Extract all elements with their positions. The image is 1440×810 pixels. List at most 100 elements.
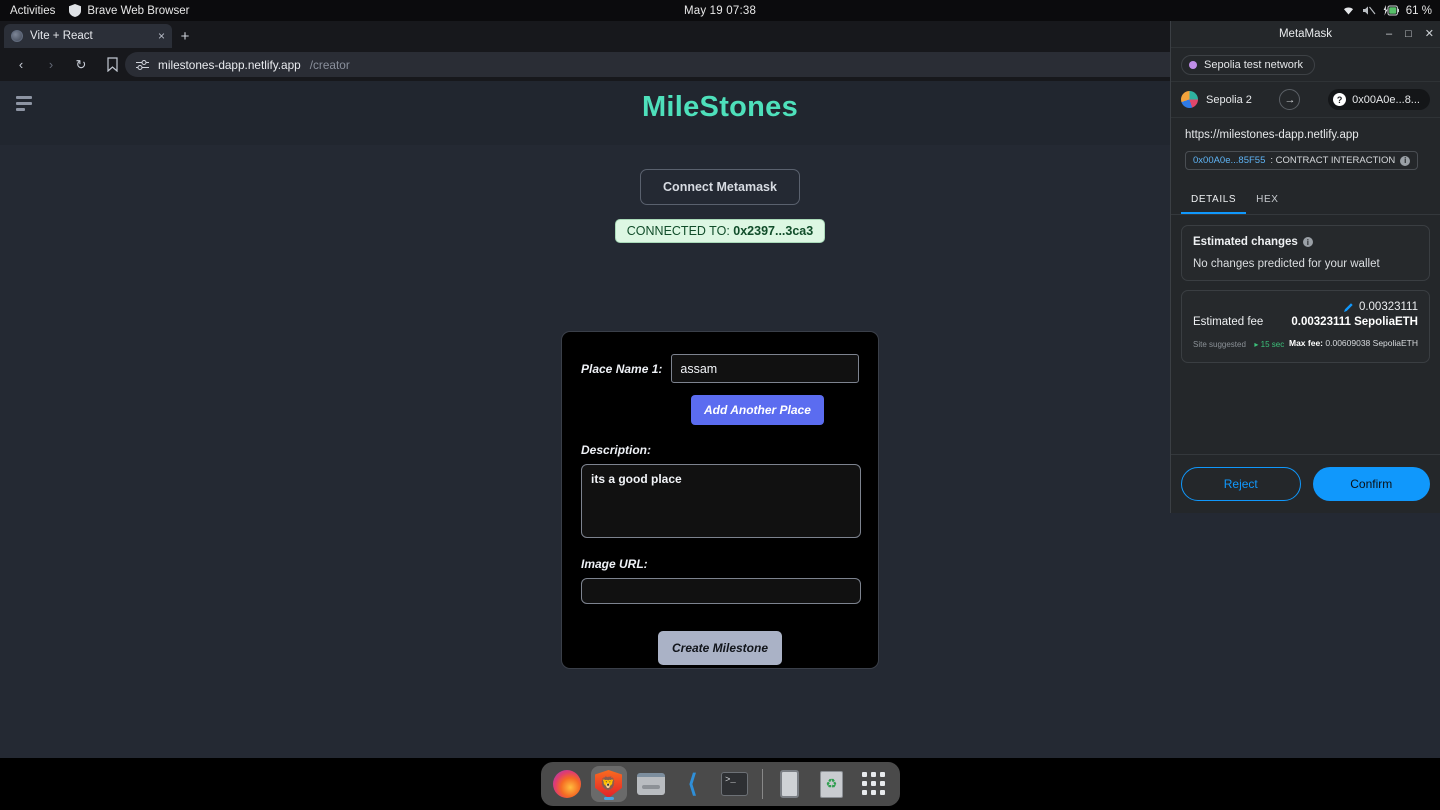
account-name: Sepolia 2: [1206, 93, 1252, 106]
fee-main-row: Estimated fee 0.00323111 SepoliaETH: [1193, 316, 1418, 328]
metamask-titlebar: MetaMask – □ ✕: [1171, 21, 1440, 48]
metamask-window: MetaMask – □ ✕ Sepolia test network Sepo…: [1170, 21, 1440, 513]
dock-divider: [761, 769, 763, 799]
connect-metamask-button[interactable]: Connect Metamask: [640, 169, 800, 205]
image-url-input[interactable]: [581, 578, 861, 604]
trash-icon: ♻: [820, 770, 843, 798]
accounts-row: Sepolia 2 → ? 0x00A0e...8...: [1171, 82, 1440, 118]
tab-favicon: [11, 30, 23, 42]
estimated-fee-card: 0.00323111 Estimated fee 0.00323111 Sepo…: [1181, 290, 1430, 363]
tab-title: Vite + React: [30, 30, 93, 42]
dock-item-firefox[interactable]: [549, 766, 585, 802]
estimated-changes-info-icon[interactable]: i: [1302, 237, 1313, 247]
system-tray[interactable]: 61 %: [1342, 5, 1432, 17]
wifi-icon: [1343, 7, 1353, 15]
files-icon: [636, 773, 665, 795]
add-another-place-button[interactable]: Add Another Place: [691, 395, 824, 425]
reject-button[interactable]: Reject: [1181, 467, 1301, 501]
recipient-account[interactable]: ? 0x00A0e...8...: [1328, 89, 1430, 110]
fee-detail-row: Site suggested ▸ 15 sec Max fee: 0.00609…: [1193, 334, 1418, 352]
activities-button[interactable]: Activities: [10, 5, 55, 17]
dock-item-show-apps[interactable]: [856, 766, 892, 802]
menu-line-1: [16, 96, 32, 99]
bookmark-icon[interactable]: [106, 57, 119, 72]
address-bar[interactable]: milestones-dapp.netlify.app/creator: [125, 52, 1339, 77]
tablet-icon: [780, 770, 799, 798]
reload-button[interactable]: ↻: [68, 52, 94, 78]
dock-item-files[interactable]: [633, 766, 669, 802]
fee-eta: ▸ 15 sec: [1254, 340, 1285, 349]
hamburger-menu-icon[interactable]: [16, 96, 32, 111]
estimated-fee-amount: 0.00323111 SepoliaETH: [1291, 316, 1418, 328]
edit-pencil-icon[interactable]: [1343, 302, 1354, 313]
os-top-bar: Activities Brave Web Browser May 19 07:3…: [0, 0, 1440, 21]
activities-label: Activities: [10, 4, 56, 17]
place-name-label: Place Name 1:: [581, 361, 663, 376]
os-dock: 🦁 ⟨ >_ ♻: [0, 758, 1440, 810]
brave-shield-icon: [69, 4, 82, 17]
network-row: Sepolia test network: [1171, 48, 1440, 82]
terminal-icon: >_: [721, 772, 748, 796]
brave-icon: 🦁: [595, 770, 622, 798]
contract-row: 0x00A0e...85F55 : CONTRACT INTERACTION i: [1171, 141, 1440, 170]
image-url-label: Image URL:: [581, 557, 648, 571]
network-status-dot: [1189, 61, 1197, 69]
close-icon[interactable]: ✕: [1425, 28, 1434, 40]
browser-tab-vite-react[interactable]: Vite + React ×: [4, 24, 172, 48]
forward-button[interactable]: ›: [38, 52, 64, 78]
description-label: Description:: [581, 443, 652, 457]
create-milestone-button[interactable]: Create Milestone: [657, 631, 783, 665]
contract-address: 0x00A0e...85F55: [1193, 155, 1266, 166]
connected-address: 0x2397...3ca3: [733, 224, 814, 238]
dock-item-trash[interactable]: ♻: [814, 766, 850, 802]
token-icon-row: [1171, 170, 1440, 178]
metamask-body: Estimated changes i No changes predicted…: [1171, 215, 1440, 454]
confirm-button[interactable]: Confirm: [1312, 467, 1430, 501]
dock-item-tablet[interactable]: [772, 766, 808, 802]
dock-item-terminal[interactable]: >_: [717, 766, 753, 802]
sender-account[interactable]: Sepolia 2: [1181, 91, 1252, 108]
estimated-changes-card: Estimated changes i No changes predicted…: [1181, 225, 1430, 281]
tab-close-icon[interactable]: ×: [158, 30, 165, 42]
fee-edit-row[interactable]: 0.00323111: [1193, 301, 1418, 313]
dock-item-brave[interactable]: 🦁: [590, 766, 627, 802]
tab-details[interactable]: DETAILS: [1181, 190, 1247, 214]
connected-label: CONNECTED TO:: [626, 224, 734, 238]
tab-hex[interactable]: HEX: [1246, 190, 1288, 214]
contract-interaction-pill[interactable]: 0x00A0e...85F55 : CONTRACT INTERACTION i: [1185, 151, 1419, 170]
fee-editable-amount: 0.00323111: [1358, 301, 1418, 313]
arrow-right-icon: →: [1279, 89, 1301, 110]
estimated-changes-title-row: Estimated changes i: [1193, 236, 1418, 248]
url-host: milestones-dapp.netlify.app: [158, 57, 301, 72]
unknown-contract-icon: ?: [1333, 93, 1347, 106]
place-name-input[interactable]: [671, 354, 859, 383]
menu-line-2: [16, 102, 32, 105]
estimated-changes-title: Estimated changes: [1193, 236, 1298, 248]
battery-percent: 61 %: [1405, 4, 1432, 17]
battery-charging-icon: [1383, 5, 1399, 16]
description-textarea[interactable]: [581, 464, 861, 538]
metamask-tabs: DETAILS HEX: [1171, 184, 1440, 215]
menu-line-3: [16, 108, 25, 111]
maximize-icon[interactable]: □: [1405, 28, 1412, 40]
clock[interactable]: May 19 07:38: [0, 5, 1440, 17]
info-icon[interactable]: i: [1400, 155, 1411, 166]
volume-muted-icon: [1362, 6, 1376, 15]
show-apps-grid-icon: [861, 772, 886, 796]
create-milestone-form: Place Name 1: Add Another Place Descript…: [561, 331, 879, 669]
active-app-indicator[interactable]: Brave Web Browser: [69, 4, 189, 17]
max-fee-value: 0.00609038 SepoliaETH: [1325, 338, 1418, 348]
minimize-icon[interactable]: –: [1386, 28, 1392, 40]
max-fee-group: Max fee: 0.00609038 SepoliaETH: [1289, 338, 1418, 348]
estimated-fee-label: Estimated fee: [1193, 316, 1264, 328]
site-settings-icon[interactable]: [136, 59, 149, 71]
back-button[interactable]: ‹: [8, 52, 34, 78]
site-suggested-label: Site suggested: [1193, 340, 1246, 349]
network-selector[interactable]: Sepolia test network: [1181, 55, 1316, 75]
new-tab-button[interactable]: +: [174, 25, 196, 47]
active-app-label: Brave Web Browser: [87, 4, 190, 17]
max-fee-label: Max fee:: [1288, 338, 1323, 348]
contract-interaction-label: : CONTRACT INTERACTION: [1270, 155, 1396, 166]
dock-item-vscode[interactable]: ⟨: [675, 766, 711, 802]
vscode-icon: ⟨: [687, 769, 698, 798]
